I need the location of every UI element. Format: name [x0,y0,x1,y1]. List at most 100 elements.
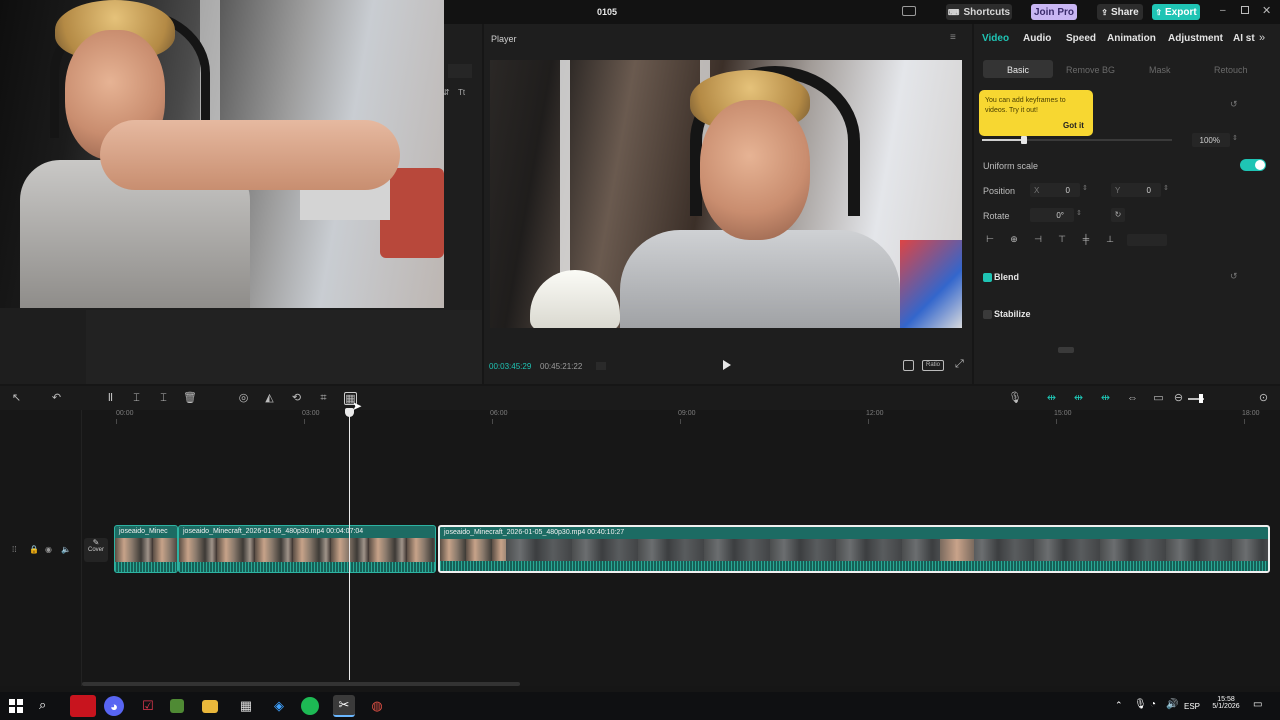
wifi-icon[interactable]: ◔ [1150,699,1156,710]
position-x-stepper-icon[interactable]: ⇕ [1082,184,1088,192]
minecraft-icon[interactable] [170,699,184,713]
notification-icon[interactable]: ▭ [1253,699,1262,710]
maximize-icon[interactable] [1241,6,1249,14]
delete-icon[interactable]: 🗑 [183,392,197,405]
align-center-h-icon[interactable]: ⊕ [1007,234,1021,248]
stabilize-checkbox[interactable] [983,310,992,319]
track-lock-icon[interactable]: 🔒 [29,545,39,554]
capcut-taskbar-icon[interactable]: ✂ [333,695,355,717]
obs-icon[interactable]: ◍ [366,695,388,717]
player-menu-icon[interactable]: ≡ [950,32,956,43]
split-right-icon[interactable]: ⌶ [157,392,170,405]
tab-adjustment[interactable]: Adjustment [1168,33,1223,44]
align-center-v-icon[interactable]: ╪ [1079,234,1093,248]
join-pro-button[interactable]: Join Pro [1031,4,1077,20]
tab-video[interactable]: Video [982,33,1009,44]
sort-icon[interactable]: Tt [458,88,465,97]
rotate-dial-icon[interactable]: ↻ [1111,208,1125,222]
minimize-icon[interactable]: – [1220,5,1226,16]
tab-speed[interactable]: Speed [1066,33,1096,44]
rotate-clip-icon[interactable]: ⟲ [290,392,303,405]
more-tabs-icon[interactable]: » [1259,32,1265,44]
undo-icon[interactable]: ↶ [50,392,63,405]
language-indicator[interactable]: ESP [1184,702,1200,711]
fullscreen-crop-icon[interactable] [903,360,914,371]
share-button[interactable]: ⇪ Share [1097,4,1143,20]
export-button[interactable]: ⇧ Export [1152,4,1200,20]
linkage-icon[interactable]: ⇹ [1099,392,1112,405]
timeline-scrollbar[interactable] [82,682,520,686]
file-explorer-icon[interactable] [202,700,218,713]
play-icon[interactable] [723,360,731,370]
position-y-stepper-icon[interactable]: ⇕ [1163,184,1169,192]
steam-icon[interactable]: ◈ [268,695,290,717]
playhead[interactable] [349,410,350,680]
subtab-basic[interactable]: Basic [1007,65,1029,75]
tray-mic-icon[interactable]: 🎙 [1134,699,1147,710]
app-checklist-icon[interactable]: ☑ [137,695,159,717]
shortcuts-button[interactable]: ⌨ Shortcuts [946,4,1012,20]
spotify-icon[interactable] [301,697,319,715]
main-track-magnet-icon[interactable]: ⇹ [1045,392,1058,405]
tray-chevron-icon[interactable]: ⌃ [1115,700,1123,711]
media-search[interactable] [448,64,472,78]
split-left-icon[interactable]: ⌶ [130,392,143,405]
align-left-icon[interactable]: ⊢ [983,234,997,248]
blend-checkbox[interactable] [983,273,992,282]
track-drag-icon[interactable]: ⁞⁞ [12,545,16,554]
cover-button[interactable]: ✎ Cover [84,538,108,562]
rotate-input[interactable]: 0° [1030,208,1074,222]
subtab-remove-bg[interactable]: Remove BG [1066,65,1115,75]
layout-icon[interactable] [902,6,916,16]
search-icon[interactable]: ⌕ [39,697,46,713]
align-right-icon[interactable]: ⊣ [1031,234,1045,248]
scale-slider-handle[interactable] [1021,136,1027,144]
scale-input[interactable]: 100% [1192,133,1230,147]
video-preview[interactable] [490,60,962,328]
clock-date: 5/1/2026 [1212,703,1240,710]
subtab-mask[interactable]: Mask [1149,65,1171,75]
timeline-clip[interactable]: joseaido_Minecraft_2026-01-05_480p30.mp4… [178,525,436,573]
crop-icon[interactable]: ⌗ [317,392,330,405]
blend-reset-icon[interactable]: ↺ [1230,271,1238,282]
tab-audio[interactable]: Audio [1023,33,1051,44]
freeze-icon[interactable]: ◎ [237,392,250,405]
rotate-stepper-icon[interactable]: ⇕ [1076,209,1082,217]
preview-axis-icon[interactable]: ⇔ [1126,392,1139,405]
uniform-scale-label: Uniform scale [983,161,1039,171]
windows-start-icon[interactable] [9,699,23,713]
zoom-slider-handle[interactable] [1199,394,1203,403]
filter-icon[interactable]: ⇵ [443,88,450,97]
split-icon[interactable]: Ⅱ [104,392,117,405]
volume-icon[interactable]: 🔊 [1166,699,1178,710]
position-x-input[interactable]: X0 [1030,183,1080,197]
ratio-button[interactable]: Ratio [922,360,944,371]
timeline-clip[interactable]: joseaido_Minec [114,525,178,573]
app-red-icon[interactable] [70,695,96,717]
discord-icon[interactable]: ◕ [104,696,124,716]
calculator-icon[interactable]: ▦ [235,695,257,717]
clock[interactable]: 15:58 5/1/2026 [1211,696,1241,710]
timeline-clip-selected[interactable]: joseaido_Minecraft_2026-01-05_480p30.mp4… [438,525,1270,573]
microphone-icon[interactable]: 🎙 [1008,392,1022,405]
caption-icon[interactable]: ▭ [1152,392,1165,405]
timeline-settings-icon[interactable]: ⊙ [1257,392,1270,405]
track-visibility-icon[interactable]: ◉ [45,545,52,554]
track-audio-icon[interactable]: 🔈 [61,545,71,554]
subtab-retouch[interactable]: Retouch [1214,65,1248,75]
scale-stepper-icon[interactable]: ⇕ [1232,134,1238,142]
position-y-input[interactable]: Y0 [1111,183,1161,197]
tooltip-got-it-button[interactable]: Got it [1063,121,1084,130]
mirror-icon[interactable]: ◭ [263,392,276,405]
select-tool-icon[interactable]: ↖ [10,392,23,405]
tab-animation[interactable]: Animation [1107,33,1156,44]
fullscreen-icon[interactable]: ⤢ [955,358,964,371]
reset-icon[interactable]: ↺ [1230,99,1238,110]
uniform-scale-toggle[interactable] [1240,159,1266,171]
align-top-icon[interactable]: ⊤ [1055,234,1069,248]
tab-ai-style[interactable]: AI st [1233,33,1255,44]
auto-snapping-icon[interactable]: ⇹ [1072,392,1085,405]
align-bottom-icon[interactable]: ⊥ [1103,234,1117,248]
zoom-out-icon[interactable]: ⊖ [1172,392,1185,405]
close-icon[interactable]: ✕ [1262,4,1271,17]
